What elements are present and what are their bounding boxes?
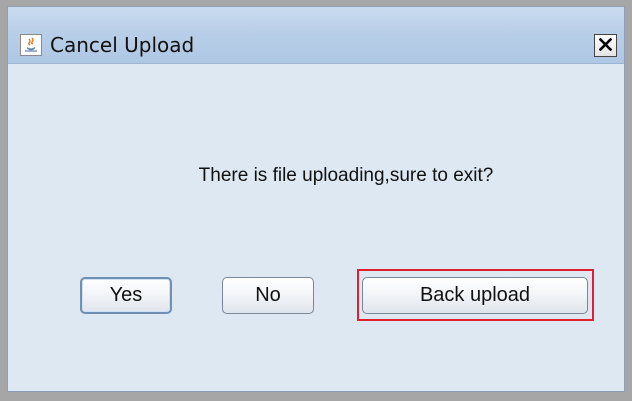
java-cup-icon: [20, 34, 42, 56]
back-upload-button[interactable]: Back upload: [362, 277, 588, 314]
back-upload-button-label: Back upload: [419, 284, 531, 306]
close-icon: [598, 36, 613, 55]
title-bar[interactable]: Cancel Upload: [8, 7, 624, 64]
close-button[interactable]: [594, 34, 617, 57]
no-button[interactable]: No: [222, 277, 314, 314]
cancel-upload-dialog: Cancel Upload There is file uploading,su…: [7, 6, 625, 392]
yes-button-label: Yes: [109, 284, 143, 306]
dialog-message: There is file uploading,sure to exit?: [198, 165, 494, 186]
no-button-label: No: [255, 284, 281, 306]
dialog-title: Cancel Upload: [50, 33, 195, 57]
yes-button[interactable]: Yes: [80, 277, 172, 314]
